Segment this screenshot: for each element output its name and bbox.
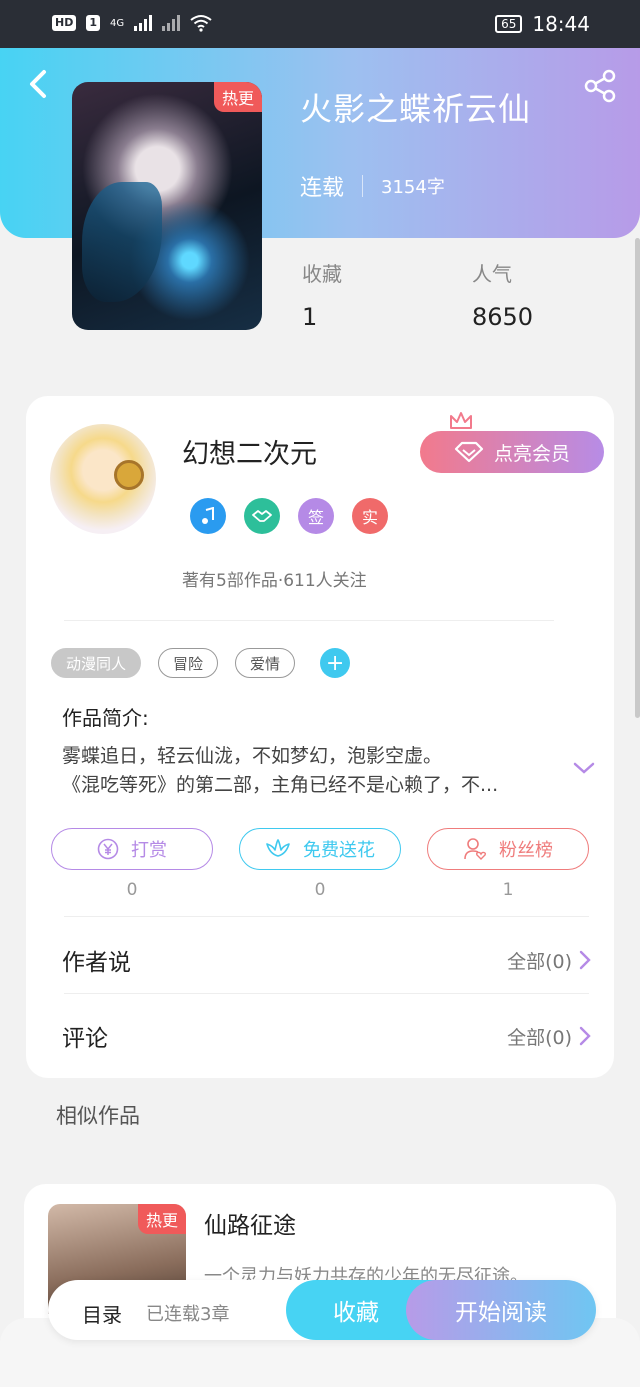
popularity-stat: 人气 8650 bbox=[472, 258, 533, 331]
yen-icon bbox=[97, 838, 119, 860]
author-name[interactable]: 幻想二次元 bbox=[182, 432, 317, 471]
sim-badge: 1 bbox=[86, 15, 100, 31]
chevron-right-icon bbox=[579, 1026, 591, 1046]
vip-button[interactable]: 点亮会员 bbox=[420, 431, 604, 473]
stat-label: 人气 bbox=[472, 262, 512, 286]
comments-link[interactable]: 全部(0) bbox=[507, 1023, 592, 1050]
intro-title: 作品简介: bbox=[62, 706, 149, 730]
vip-label: 点亮会员 bbox=[493, 442, 570, 465]
chapter-count: 已连载3章 bbox=[146, 1304, 230, 1325]
author-notes-title: 作者说 bbox=[62, 950, 131, 976]
stat-value: 8650 bbox=[472, 303, 534, 331]
favorites-stat: 收藏 1 bbox=[302, 258, 342, 331]
verified-badge[interactable]: 实 bbox=[352, 498, 388, 534]
divider bbox=[64, 916, 589, 917]
hot-update-badge: 热更 bbox=[213, 82, 262, 112]
battery-icon: 65 bbox=[495, 15, 523, 33]
cover-art bbox=[82, 182, 162, 302]
tag-item[interactable]: 爱情 bbox=[235, 648, 296, 678]
hot-update-badge: 热更 bbox=[137, 1204, 186, 1234]
send-flower-label: 免费送花 bbox=[303, 840, 375, 861]
flower-icon bbox=[266, 839, 290, 857]
tip-count: 0 bbox=[126, 880, 138, 900]
intro-text: 雾蝶追日，轻云仙泷，不如梦幻，泡影空虚。 《混吃等死》的第二部，主角已经不是心赖… bbox=[62, 742, 552, 800]
comments-count: 全部(0) bbox=[507, 1026, 572, 1049]
signal-icon bbox=[134, 15, 153, 31]
toc-button[interactable]: 目录 bbox=[82, 1299, 122, 1328]
author-notes-link[interactable]: 全部(0) bbox=[507, 947, 592, 974]
send-flower-button[interactable]: 免费送花 bbox=[239, 828, 401, 870]
stat-value: 1 bbox=[302, 303, 318, 331]
signed-badge[interactable]: 签 bbox=[298, 498, 334, 534]
fan-count: 1 bbox=[502, 880, 514, 900]
status-bar: HD 1 4G 65 18:44 bbox=[0, 0, 640, 48]
author-notes-row[interactable]: 作者说 全部(0) bbox=[62, 940, 592, 980]
fan-ranking-button[interactable]: 粉丝榜 bbox=[427, 828, 589, 870]
expand-chevron-icon[interactable] bbox=[572, 760, 596, 776]
headphone-art bbox=[114, 460, 144, 490]
flower-count: 0 bbox=[314, 880, 326, 900]
fan-ranking-label: 粉丝榜 bbox=[499, 840, 553, 861]
user-heart-icon bbox=[464, 838, 487, 860]
chevron-right-icon bbox=[579, 950, 591, 970]
wifi-icon bbox=[190, 15, 212, 32]
serial-status: 连载 bbox=[300, 176, 345, 201]
add-tag-icon[interactable]: + bbox=[320, 648, 351, 678]
tip-label: 打赏 bbox=[131, 840, 167, 861]
intro-line: 《混吃等死》的第二部，主角已经不是心赖了，不... bbox=[62, 774, 499, 796]
author-notes-count: 全部(0) bbox=[507, 950, 572, 973]
hd-badge: HD bbox=[52, 15, 77, 31]
book-cover[interactable]: 热更 bbox=[72, 82, 262, 330]
tag-item[interactable]: 动漫同人 bbox=[51, 648, 142, 678]
handshake-badge-icon[interactable] bbox=[244, 498, 280, 534]
book-title: 火影之蝶祈云仙 bbox=[300, 90, 532, 128]
author-badges: 签 实 bbox=[190, 498, 388, 534]
tip-button[interactable]: 打赏 bbox=[51, 828, 213, 870]
author-summary: 著有5部作品·611人关注 bbox=[182, 571, 367, 591]
back-arrow-icon[interactable] bbox=[24, 66, 54, 102]
stat-label: 收藏 bbox=[302, 262, 342, 286]
divider bbox=[64, 993, 589, 994]
book-meta: 连载 3154字 bbox=[300, 170, 445, 202]
intro-line: 雾蝶追日，轻云仙泷，不如梦幻，泡影空虚。 bbox=[62, 745, 443, 767]
word-count: 3154字 bbox=[381, 177, 445, 198]
crown-icon bbox=[450, 412, 472, 429]
signal-2-icon bbox=[162, 15, 181, 31]
author-avatar[interactable] bbox=[50, 424, 156, 534]
tag-list: 动漫同人 冒险 爱情 + bbox=[51, 648, 351, 678]
meta-divider bbox=[362, 175, 364, 197]
diamond-icon bbox=[454, 441, 484, 463]
divider bbox=[64, 620, 554, 621]
similar-work-title[interactable]: 仙路征途 bbox=[204, 1206, 296, 1240]
comments-row[interactable]: 评论 全部(0) bbox=[62, 1016, 592, 1056]
scrollbar[interactable] bbox=[635, 238, 640, 718]
start-reading-button[interactable]: 开始阅读 bbox=[406, 1280, 596, 1340]
clock: 18:44 bbox=[532, 12, 590, 36]
tag-item[interactable]: 冒险 bbox=[158, 648, 219, 678]
share-icon[interactable] bbox=[582, 68, 618, 104]
network-type: 4G bbox=[110, 17, 125, 29]
music-badge-icon[interactable] bbox=[190, 498, 226, 534]
comments-title: 评论 bbox=[62, 1026, 108, 1052]
similar-works-heading: 相似作品 bbox=[56, 1104, 140, 1128]
